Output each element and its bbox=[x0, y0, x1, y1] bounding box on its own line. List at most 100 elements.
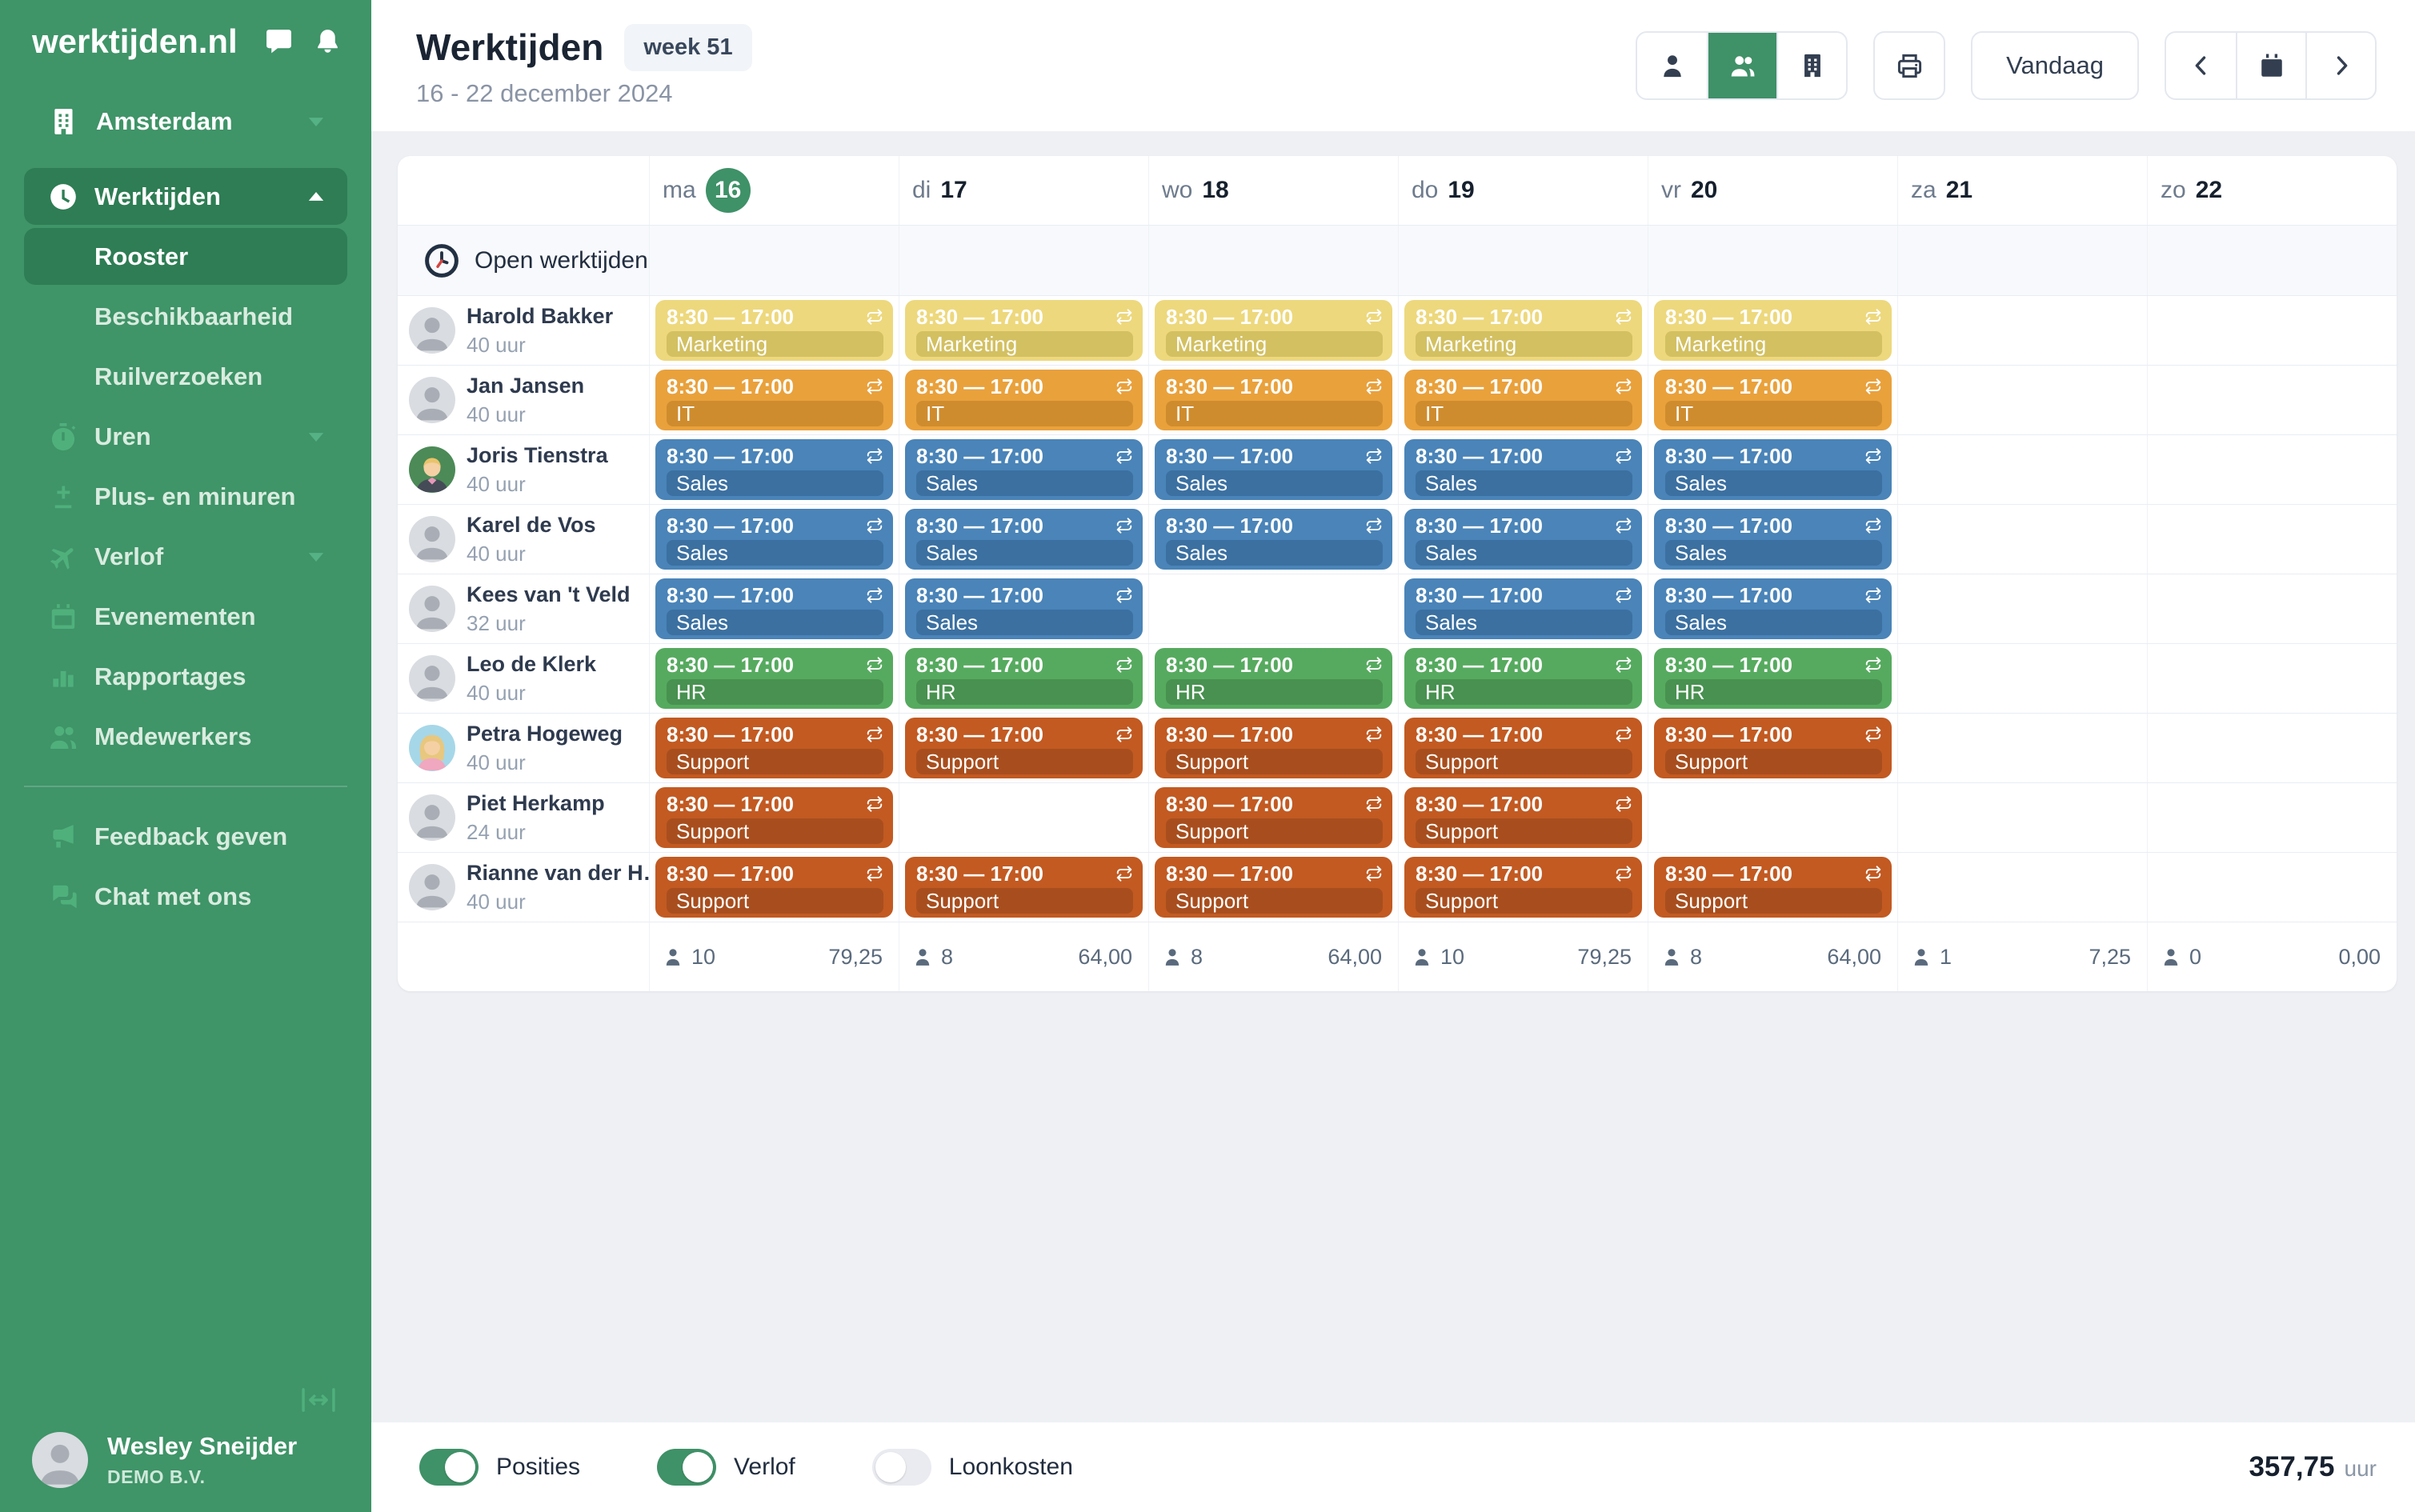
sidebar-item-beschikbaarheid[interactable]: Beschikbaarheid bbox=[24, 288, 347, 345]
shift-cell-zo[interactable] bbox=[2147, 366, 2397, 434]
shift-cell-vr[interactable]: 8:30 — 17:00IT bbox=[1648, 366, 1897, 434]
shift-cell-zo[interactable] bbox=[2147, 853, 2397, 922]
user-profile[interactable]: Wesley Sneijder DEMO B.V. bbox=[0, 1432, 371, 1512]
messages-icon[interactable] bbox=[264, 27, 294, 57]
shift-cell-do[interactable]: 8:30 — 17:00Support bbox=[1398, 853, 1648, 922]
shift-cell-vr[interactable]: 8:30 — 17:00Marketing bbox=[1648, 296, 1897, 365]
open-shift-cell-ma[interactable] bbox=[649, 226, 899, 295]
shift-cell-ma[interactable]: 8:30 — 17:00Support bbox=[649, 714, 899, 782]
shift-pill[interactable]: 8:30 — 17:00IT bbox=[1654, 370, 1892, 430]
app-logo[interactable]: werktijden.nl bbox=[32, 22, 238, 61]
employee-cell[interactable]: Karel de Vos40 uur bbox=[398, 505, 649, 574]
shift-cell-do[interactable]: 8:30 — 17:00Support bbox=[1398, 783, 1648, 852]
shift-cell-za[interactable] bbox=[1897, 574, 2147, 643]
view-employee-button[interactable] bbox=[1637, 33, 1707, 98]
shift-cell-za[interactable] bbox=[1897, 853, 2147, 922]
employee-cell[interactable]: Jan Jansen40 uur bbox=[398, 366, 649, 434]
shift-cell-zo[interactable] bbox=[2147, 574, 2397, 643]
shift-cell-di[interactable]: 8:30 — 17:00Support bbox=[899, 853, 1148, 922]
shift-cell-do[interactable]: 8:30 — 17:00Sales bbox=[1398, 435, 1648, 504]
shift-cell-vr[interactable]: 8:30 — 17:00Sales bbox=[1648, 435, 1897, 504]
open-shift-cell-za[interactable] bbox=[1897, 226, 2147, 295]
employee-cell[interactable]: Kees van 't Veld32 uur bbox=[398, 574, 649, 643]
shift-pill[interactable]: 8:30 — 17:00Support bbox=[1404, 787, 1642, 848]
shift-pill[interactable]: 8:30 — 17:00Sales bbox=[1155, 509, 1392, 570]
shift-cell-za[interactable] bbox=[1897, 366, 2147, 434]
shift-pill[interactable]: 8:30 — 17:00HR bbox=[1404, 648, 1642, 709]
shift-pill[interactable]: 8:30 — 17:00Support bbox=[655, 787, 893, 848]
shift-cell-di[interactable]: 8:30 — 17:00Sales bbox=[899, 505, 1148, 574]
shift-cell-di[interactable]: 8:30 — 17:00HR bbox=[899, 644, 1148, 713]
shift-cell-ma[interactable]: 8:30 — 17:00Sales bbox=[649, 505, 899, 574]
sidebar-item-ruilverzoeken[interactable]: Ruilverzoeken bbox=[24, 348, 347, 405]
shift-pill[interactable]: 8:30 — 17:00Support bbox=[1155, 857, 1392, 918]
shift-cell-di[interactable] bbox=[899, 783, 1148, 852]
employee-cell[interactable]: Harold Bakker40 uur bbox=[398, 296, 649, 365]
shift-cell-do[interactable]: 8:30 — 17:00HR bbox=[1398, 644, 1648, 713]
shift-pill[interactable]: 8:30 — 17:00Support bbox=[1404, 857, 1642, 918]
shift-pill[interactable]: 8:30 — 17:00Sales bbox=[905, 578, 1143, 639]
shift-pill[interactable]: 8:30 — 17:00Sales bbox=[1155, 439, 1392, 500]
shift-pill[interactable]: 8:30 — 17:00Support bbox=[655, 857, 893, 918]
sidebar-item-rooster[interactable]: Rooster bbox=[24, 228, 347, 285]
shift-cell-wo[interactable]: 8:30 — 17:00Support bbox=[1148, 714, 1398, 782]
shift-pill[interactable]: 8:30 — 17:00IT bbox=[655, 370, 893, 430]
shift-cell-wo[interactable]: 8:30 — 17:00IT bbox=[1148, 366, 1398, 434]
location-selector[interactable]: Amsterdam bbox=[24, 96, 347, 147]
employee-cell[interactable]: Leo de Klerk40 uur bbox=[398, 644, 649, 713]
shift-cell-di[interactable]: 8:30 — 17:00Marketing bbox=[899, 296, 1148, 365]
shift-pill[interactable]: 8:30 — 17:00IT bbox=[1155, 370, 1392, 430]
shift-cell-ma[interactable]: 8:30 — 17:00Support bbox=[649, 853, 899, 922]
employee-cell[interactable]: Joris Tienstra40 uur bbox=[398, 435, 649, 504]
shift-cell-di[interactable]: 8:30 — 17:00Sales bbox=[899, 574, 1148, 643]
shift-pill[interactable]: 8:30 — 17:00Marketing bbox=[655, 300, 893, 361]
shift-pill[interactable]: 8:30 — 17:00Support bbox=[1404, 718, 1642, 778]
shift-cell-zo[interactable] bbox=[2147, 435, 2397, 504]
sidebar-item-werktijden[interactable]: Werktijden bbox=[24, 168, 347, 225]
shift-cell-za[interactable] bbox=[1897, 714, 2147, 782]
employee-cell[interactable]: Rianne van der H…40 uur bbox=[398, 853, 649, 922]
open-shift-cell-do[interactable] bbox=[1398, 226, 1648, 295]
shift-cell-wo[interactable]: 8:30 — 17:00Marketing bbox=[1148, 296, 1398, 365]
print-button[interactable] bbox=[1873, 31, 1945, 100]
shift-pill[interactable]: 8:30 — 17:00Sales bbox=[905, 439, 1143, 500]
shift-pill[interactable]: 8:30 — 17:00Support bbox=[1654, 857, 1892, 918]
shift-pill[interactable]: 8:30 — 17:00Support bbox=[1654, 718, 1892, 778]
shift-pill[interactable]: 8:30 — 17:00Marketing bbox=[905, 300, 1143, 361]
shift-pill[interactable]: 8:30 — 17:00Marketing bbox=[1654, 300, 1892, 361]
shift-cell-ma[interactable]: 8:30 — 17:00Support bbox=[649, 783, 899, 852]
shift-pill[interactable]: 8:30 — 17:00HR bbox=[1155, 648, 1392, 709]
shift-cell-zo[interactable] bbox=[2147, 296, 2397, 365]
shift-pill[interactable]: 8:30 — 17:00Support bbox=[655, 718, 893, 778]
sidebar-item-feedback-geven[interactable]: Feedback geven bbox=[24, 808, 347, 865]
open-shift-cell-wo[interactable] bbox=[1148, 226, 1398, 295]
verlof-toggle[interactable] bbox=[657, 1449, 716, 1486]
shift-pill[interactable]: 8:30 — 17:00Marketing bbox=[1155, 300, 1392, 361]
shift-pill[interactable]: 8:30 — 17:00Support bbox=[1155, 787, 1392, 848]
shift-cell-za[interactable] bbox=[1897, 296, 2147, 365]
shift-cell-wo[interactable]: 8:30 — 17:00Sales bbox=[1148, 505, 1398, 574]
notifications-bell-icon[interactable] bbox=[313, 27, 342, 57]
shift-pill[interactable]: 8:30 — 17:00Support bbox=[1155, 718, 1392, 778]
shift-cell-za[interactable] bbox=[1897, 435, 2147, 504]
shift-pill[interactable]: 8:30 — 17:00Sales bbox=[905, 509, 1143, 570]
calendar-button[interactable] bbox=[2236, 33, 2305, 98]
shift-cell-vr[interactable]: 8:30 — 17:00Support bbox=[1648, 853, 1897, 922]
shift-pill[interactable]: 8:30 — 17:00Sales bbox=[1654, 439, 1892, 500]
today-button[interactable]: Vandaag bbox=[1971, 31, 2139, 100]
sidebar-item-medewerkers[interactable]: Medewerkers bbox=[24, 708, 347, 765]
shift-cell-di[interactable]: 8:30 — 17:00Sales bbox=[899, 435, 1148, 504]
shift-cell-wo[interactable]: 8:30 — 17:00Sales bbox=[1148, 435, 1398, 504]
sidebar-collapse-icon[interactable] bbox=[301, 1387, 336, 1413]
sidebar-item-plus-en-minuren[interactable]: Plus- en minuren bbox=[24, 468, 347, 525]
shift-pill[interactable]: 8:30 — 17:00Sales bbox=[1404, 578, 1642, 639]
shift-cell-ma[interactable]: 8:30 — 17:00HR bbox=[649, 644, 899, 713]
shift-pill[interactable]: 8:30 — 17:00Sales bbox=[655, 509, 893, 570]
shift-cell-wo[interactable] bbox=[1148, 574, 1398, 643]
shift-cell-ma[interactable]: 8:30 — 17:00Sales bbox=[649, 435, 899, 504]
shift-pill[interactable]: 8:30 — 17:00HR bbox=[905, 648, 1143, 709]
sidebar-item-evenementen[interactable]: Evenementen bbox=[24, 588, 347, 645]
shift-cell-ma[interactable]: 8:30 — 17:00Sales bbox=[649, 574, 899, 643]
view-team-button[interactable] bbox=[1707, 33, 1776, 98]
loonkosten-toggle[interactable] bbox=[872, 1449, 931, 1486]
